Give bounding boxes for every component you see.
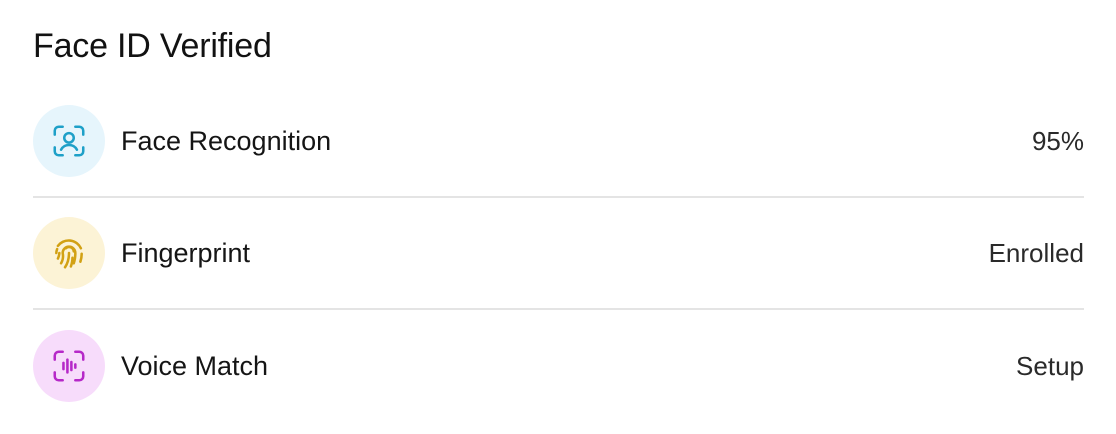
item-status-value: Setup <box>1016 350 1084 381</box>
item-label: Fingerprint <box>121 237 251 268</box>
face-scan-icon <box>53 125 85 157</box>
biometrics-panel: Face ID Verified Face Recognition 95% Fi… <box>0 0 1116 434</box>
page-title: Face ID Verified <box>33 27 272 65</box>
list-item-fingerprint[interactable]: Fingerprint Enrolled <box>33 198 1084 310</box>
voice-match-icon-badge <box>33 330 105 402</box>
voice-scan-icon <box>53 350 85 382</box>
item-label: Face Recognition <box>121 125 332 156</box>
list-item-voice-match[interactable]: Voice Match Setup <box>33 310 1084 422</box>
list-item-face-recognition[interactable]: Face Recognition 95% <box>33 86 1084 198</box>
biometric-list: Face Recognition 95% Fingerprint Enrolle… <box>33 86 1084 422</box>
item-status-value: Enrolled <box>988 237 1084 268</box>
face-recognition-icon-badge <box>33 105 105 177</box>
item-status-value: 95% <box>1031 125 1084 156</box>
fingerprint-icon <box>55 239 83 269</box>
item-label: Voice Match <box>121 350 269 381</box>
fingerprint-icon-badge <box>33 217 105 289</box>
